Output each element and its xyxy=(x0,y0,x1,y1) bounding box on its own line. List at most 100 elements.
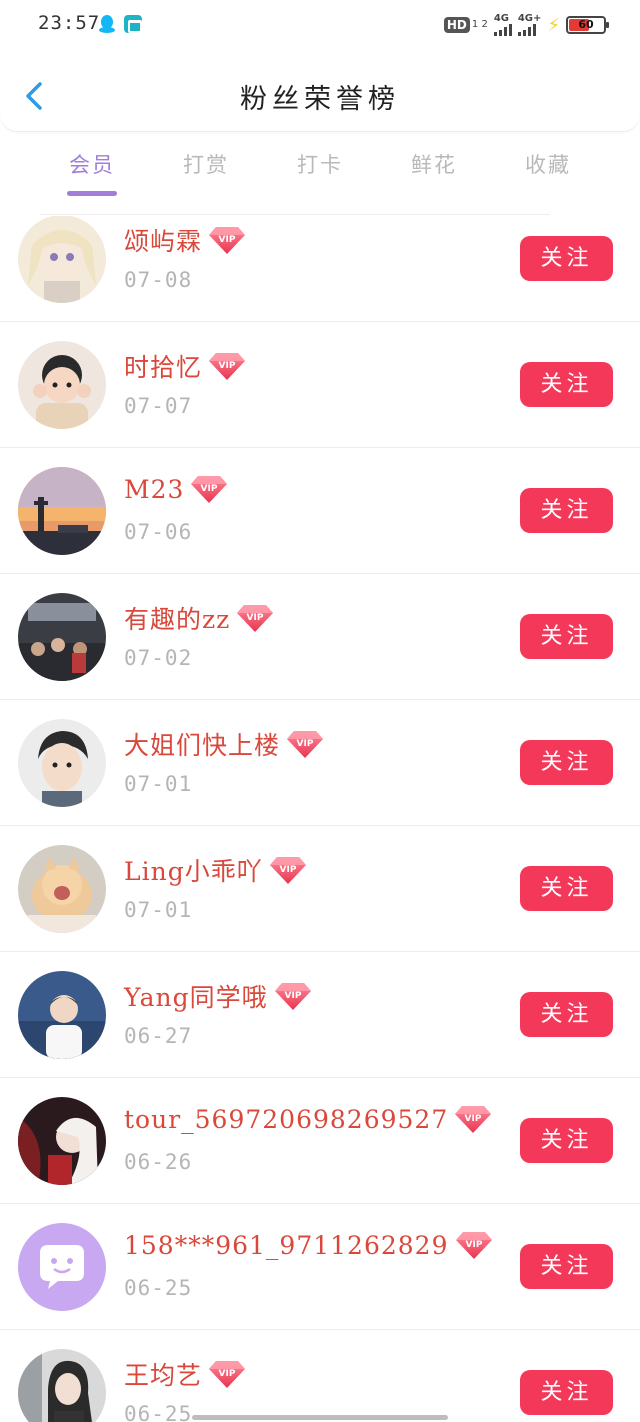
svg-text:VIP: VIP xyxy=(219,1369,236,1379)
page-title: 粉丝荣誉榜 xyxy=(240,84,400,115)
vip-badge-icon: VIP xyxy=(455,1232,492,1259)
signal-icon: 4G+ xyxy=(517,13,542,36)
join-date: 07-01 xyxy=(124,898,193,922)
vip-badge-icon: VIP xyxy=(209,227,246,254)
svg-text:VIP: VIP xyxy=(201,484,218,494)
follow-button[interactable]: 关注 xyxy=(520,488,613,533)
avatar[interactable] xyxy=(18,593,106,681)
qq-icon xyxy=(99,15,115,33)
vip-badge-icon: VIP xyxy=(455,1106,492,1133)
divider xyxy=(40,214,550,215)
list-item[interactable]: Ling小乖吖 VIP 07-01 关注 xyxy=(0,826,640,952)
home-indicator[interactable] xyxy=(192,1415,448,1420)
name-line: tour_569720698269527 VIP xyxy=(124,1104,492,1134)
tab-flowers[interactable]: 鲜花 xyxy=(377,145,491,195)
battery-icon: 60 xyxy=(566,16,609,34)
avatar[interactable] xyxy=(18,1223,106,1311)
home-app-icon xyxy=(124,15,142,33)
svg-text:VIP: VIP xyxy=(247,613,264,623)
name-line: 有趣的zz VIP xyxy=(124,600,274,636)
tab-checkin[interactable]: 打卡 xyxy=(263,145,377,195)
svg-text:VIP: VIP xyxy=(465,1240,482,1250)
list-item[interactable]: Yang同学哦 VIP 06-27 关注 xyxy=(0,952,640,1078)
member-name[interactable]: tour_569720698269527 xyxy=(124,1105,448,1134)
charging-icon: ⚡ xyxy=(547,14,560,36)
join-date: 07-02 xyxy=(124,646,193,670)
member-name[interactable]: 大姐们快上楼 xyxy=(124,726,280,762)
vip-badge-icon: VIP xyxy=(269,857,306,884)
list-item[interactable]: 时拾忆 VIP 07-07 关注 xyxy=(0,322,640,448)
svg-text:VIP: VIP xyxy=(279,865,296,875)
avatar[interactable] xyxy=(18,719,106,807)
follow-button[interactable]: 关注 xyxy=(520,614,613,659)
network-type-2: 4G+ xyxy=(517,13,542,24)
svg-text:VIP: VIP xyxy=(219,235,236,245)
member-name[interactable]: 王均艺 xyxy=(124,1356,202,1392)
name-line: 王均艺 VIP xyxy=(124,1356,246,1392)
member-name[interactable]: 有趣的zz xyxy=(124,600,230,636)
member-name[interactable]: Yang同学哦 xyxy=(124,978,268,1014)
follow-button[interactable]: 关注 xyxy=(520,236,613,281)
join-date: 06-26 xyxy=(124,1150,193,1174)
avatar[interactable] xyxy=(18,467,106,555)
join-date: 06-25 xyxy=(124,1402,193,1422)
name-line: 颂屿霖 VIP xyxy=(124,222,246,258)
member-name[interactable]: 158***961_9711262829 xyxy=(124,1231,449,1260)
signal-icon: 4G xyxy=(493,13,512,36)
list-item[interactable]: 158***961_9711262829 VIP 06-25 关注 xyxy=(0,1204,640,1330)
join-date: 07-06 xyxy=(124,520,193,544)
vip-badge-icon: VIP xyxy=(237,605,274,632)
name-line: M23 VIP xyxy=(124,474,228,504)
battery-level: 60 xyxy=(578,18,594,31)
name-line: 时拾忆 VIP xyxy=(124,348,246,384)
join-date: 07-08 xyxy=(124,268,193,292)
list-item[interactable]: 王均艺 VIP 06-25 关注 xyxy=(0,1330,640,1422)
list-item[interactable]: 有趣的zz VIP 07-02 关注 xyxy=(0,574,640,700)
member-name[interactable]: M23 xyxy=(124,475,184,504)
member-name[interactable]: Ling小乖吖 xyxy=(124,852,263,888)
follow-button[interactable]: 关注 xyxy=(520,992,613,1037)
svg-text:VIP: VIP xyxy=(284,991,301,1001)
avatar[interactable] xyxy=(18,216,106,303)
app-header: 粉丝荣誉榜 xyxy=(0,50,640,132)
avatar[interactable] xyxy=(18,1097,106,1185)
avatar[interactable] xyxy=(18,971,106,1059)
avatar[interactable] xyxy=(18,1349,106,1422)
follow-button[interactable]: 关注 xyxy=(520,1244,613,1289)
avatar[interactable] xyxy=(18,845,106,933)
name-line: 大姐们快上楼 VIP xyxy=(124,726,324,762)
list-item[interactable]: M23 VIP 07-06 关注 xyxy=(0,448,640,574)
member-name[interactable]: 颂屿霖 xyxy=(124,222,202,258)
follow-button[interactable]: 关注 xyxy=(520,740,613,785)
hd-badge: HD xyxy=(443,17,470,33)
vip-badge-icon: VIP xyxy=(191,476,228,503)
follow-button[interactable]: 关注 xyxy=(520,1118,613,1163)
member-list[interactable]: 颂屿霖 VIP 07-08 关注 时拾忆 VIP 07-07 关注 M23 VIP 07-06 关注有… xyxy=(0,216,640,1422)
svg-text:VIP: VIP xyxy=(465,1114,482,1124)
status-time: 23:57 xyxy=(38,12,101,34)
list-item[interactable]: 大姐们快上楼 VIP 07-01 关注 xyxy=(0,700,640,826)
join-date: 06-27 xyxy=(124,1024,193,1048)
member-name[interactable]: 时拾忆 xyxy=(124,348,202,384)
join-date: 07-01 xyxy=(124,772,193,796)
tab-members[interactable]: 会员 xyxy=(35,145,149,196)
tab-favorites[interactable]: 收藏 xyxy=(491,145,605,195)
status-bar: 23:57 HD 1 2 4G 4G+ ⚡ 60 xyxy=(0,0,640,50)
svg-text:VIP: VIP xyxy=(219,361,236,371)
vip-badge-icon: VIP xyxy=(274,983,311,1010)
list-item[interactable]: 颂屿霖 VIP 07-08 关注 xyxy=(0,216,640,322)
svg-text:VIP: VIP xyxy=(297,739,314,749)
avatar[interactable] xyxy=(18,341,106,429)
vip-badge-icon: VIP xyxy=(287,731,324,758)
list-item[interactable]: tour_569720698269527 VIP 06-26 关注 xyxy=(0,1078,640,1204)
name-line: Ling小乖吖 VIP xyxy=(124,852,307,888)
status-indicators: HD 1 2 4G 4G+ ⚡ 60 xyxy=(443,12,609,38)
join-date: 06-25 xyxy=(124,1276,193,1300)
sim-slots: 1 2 xyxy=(471,19,488,30)
network-type-1: 4G xyxy=(493,13,509,24)
join-date: 07-07 xyxy=(124,394,193,418)
follow-button[interactable]: 关注 xyxy=(520,866,613,911)
follow-button[interactable]: 关注 xyxy=(520,362,613,407)
follow-button[interactable]: 关注 xyxy=(520,1370,613,1415)
tab-tips[interactable]: 打赏 xyxy=(149,145,263,195)
